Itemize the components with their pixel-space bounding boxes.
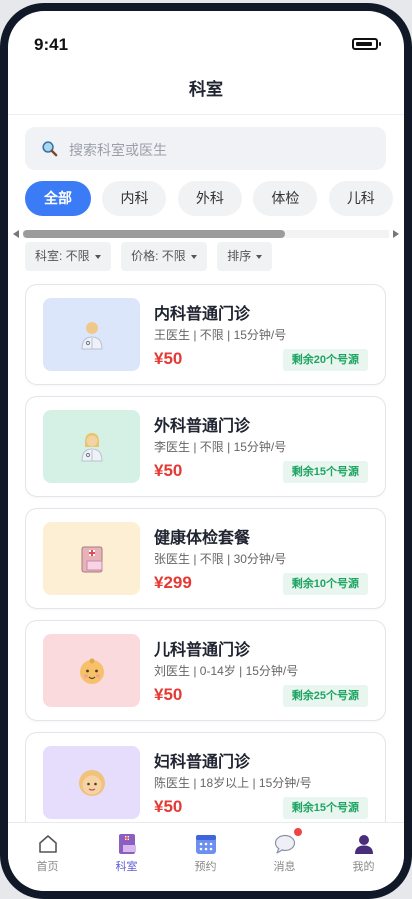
service-meta: 王医生 | 不限 | 15分钟/号 (154, 328, 287, 342)
remaining-badge: 剩余10个号源 (282, 573, 368, 595)
tab-home-label: 首页 (36, 861, 59, 873)
category-chip-all[interactable]: 全部 (25, 181, 91, 216)
caret-down-icon (94, 254, 101, 259)
page-title: 科室 (189, 80, 223, 99)
service-meta: 陈医生 | 18岁以上 | 15分钟/号 (154, 776, 312, 790)
service-name: 外科普通门诊 (154, 418, 251, 435)
service-name: 儿科普通门诊 (154, 642, 251, 659)
message-icon-wrap (274, 828, 302, 855)
service-thumbnail (43, 298, 140, 371)
service-price: ¥50 (154, 685, 183, 704)
filter-price[interactable]: 价格: 不限 (121, 242, 207, 271)
service-list: 内科普通门诊 王医生 | 不限 | 15分钟/号 ¥50 剩余20个号源 外科普… (25, 284, 386, 822)
search-placeholder: 搜索科室或医生 (69, 142, 167, 158)
tab-department[interactable]: 科室 (87, 833, 166, 874)
tab-home[interactable]: 首页 (8, 833, 87, 874)
service-thumbnail (43, 746, 140, 819)
scroll-left-arrow-icon[interactable] (13, 230, 19, 238)
tab-department-label: 科室 (115, 861, 138, 873)
service-thumbnail (43, 634, 140, 707)
service-meta: 张医生 | 不限 | 30分钟/号 (154, 552, 287, 566)
category-chip-surgery[interactable]: 外科 (177, 181, 242, 216)
service-price: ¥50 (154, 349, 183, 368)
service-card[interactable]: 健康体检套餐 张医生 | 不限 | 30分钟/号 ¥299 剩余10个号源 (25, 508, 386, 609)
profile-icon (354, 835, 373, 854)
service-name: 健康体检套餐 (154, 530, 251, 547)
scroll-right-arrow-icon[interactable] (393, 230, 399, 238)
search-icon (42, 141, 58, 157)
bottom-tab-bar: 首页 科室 预约 消息 我的 (8, 822, 404, 891)
filter-bar: 科室: 不限 价格: 不限 排序 (25, 242, 278, 271)
battery-icon (352, 38, 381, 50)
tab-booking-label: 预约 (194, 861, 217, 873)
category-chip-checkup[interactable]: 体检 (253, 181, 318, 216)
doctor-icon (80, 433, 103, 462)
notification-dot (293, 828, 302, 836)
page-header: 科室 (8, 71, 404, 115)
woman-icon (78, 770, 105, 796)
category-tabs: 全部 内科 外科 体检 儿科 (25, 181, 404, 217)
filter-sort-label: 排序 (227, 249, 252, 263)
filter-department[interactable]: 科室: 不限 (25, 242, 111, 271)
scroll-thumb[interactable] (23, 230, 285, 238)
status-bar: 9:41 (8, 11, 404, 71)
service-card[interactable]: 外科普通门诊 李医生 | 不限 | 15分钟/号 ¥50 剩余15个号源 (25, 396, 386, 497)
service-thumbnail (43, 522, 140, 595)
category-scrollbar[interactable] (11, 229, 401, 239)
tab-messages-label: 消息 (273, 861, 296, 873)
category-chip-pediatrics[interactable]: 儿科 (328, 181, 393, 216)
app-screen: 9:41 科室 搜索科室或医生 全部 内科 外科 体检 儿科 科室: 不限 价格… (8, 11, 404, 891)
status-time: 9:41 (34, 35, 69, 54)
category-chip-internal[interactable]: 内科 (102, 181, 167, 216)
service-meta: 刘医生 | 0-14岁 | 15分钟/号 (154, 664, 299, 678)
service-price: ¥50 (154, 797, 183, 816)
caret-down-icon (190, 254, 197, 259)
service-thumbnail (43, 410, 140, 483)
baby-icon (79, 658, 104, 684)
hospital-icon (81, 546, 102, 573)
doctor-icon (80, 322, 103, 350)
message-icon (274, 834, 295, 854)
service-price: ¥50 (154, 461, 183, 480)
department-icon (118, 834, 136, 854)
service-card[interactable]: 妇科普通门诊 陈医生 | 18岁以上 | 15分钟/号 ¥50 剩余15个号源 (25, 732, 386, 822)
service-card[interactable]: 儿科普通门诊 刘医生 | 0-14岁 | 15分钟/号 ¥50 剩余25个号源 (25, 620, 386, 721)
tab-profile-label: 我的 (352, 861, 375, 873)
home-icon (38, 835, 57, 853)
remaining-badge: 剩余20个号源 (282, 349, 368, 371)
tab-profile[interactable]: 我的 (324, 833, 403, 874)
service-price: ¥299 (154, 573, 192, 592)
search-input[interactable]: 搜索科室或医生 (25, 127, 386, 170)
caret-down-icon (256, 254, 263, 259)
service-card[interactable]: 内科普通门诊 王医生 | 不限 | 15分钟/号 ¥50 剩余20个号源 (25, 284, 386, 385)
filter-department-label: 科室: 不限 (35, 249, 90, 263)
service-name: 妇科普通门诊 (154, 754, 251, 771)
tab-messages[interactable]: 消息 (245, 828, 324, 874)
phone-frame: 9:41 科室 搜索科室或医生 全部 内科 外科 体检 儿科 科室: 不限 价格… (0, 3, 412, 899)
service-meta: 李医生 | 不限 | 15分钟/号 (154, 440, 287, 454)
filter-sort[interactable]: 排序 (217, 242, 273, 271)
calendar-icon (195, 835, 216, 854)
tab-booking[interactable]: 预约 (166, 833, 245, 874)
remaining-badge: 剩余25个号源 (282, 685, 368, 707)
filter-price-label: 价格: 不限 (131, 249, 186, 263)
remaining-badge: 剩余15个号源 (282, 797, 368, 819)
service-name: 内科普通门诊 (154, 306, 251, 323)
remaining-badge: 剩余15个号源 (282, 461, 368, 483)
